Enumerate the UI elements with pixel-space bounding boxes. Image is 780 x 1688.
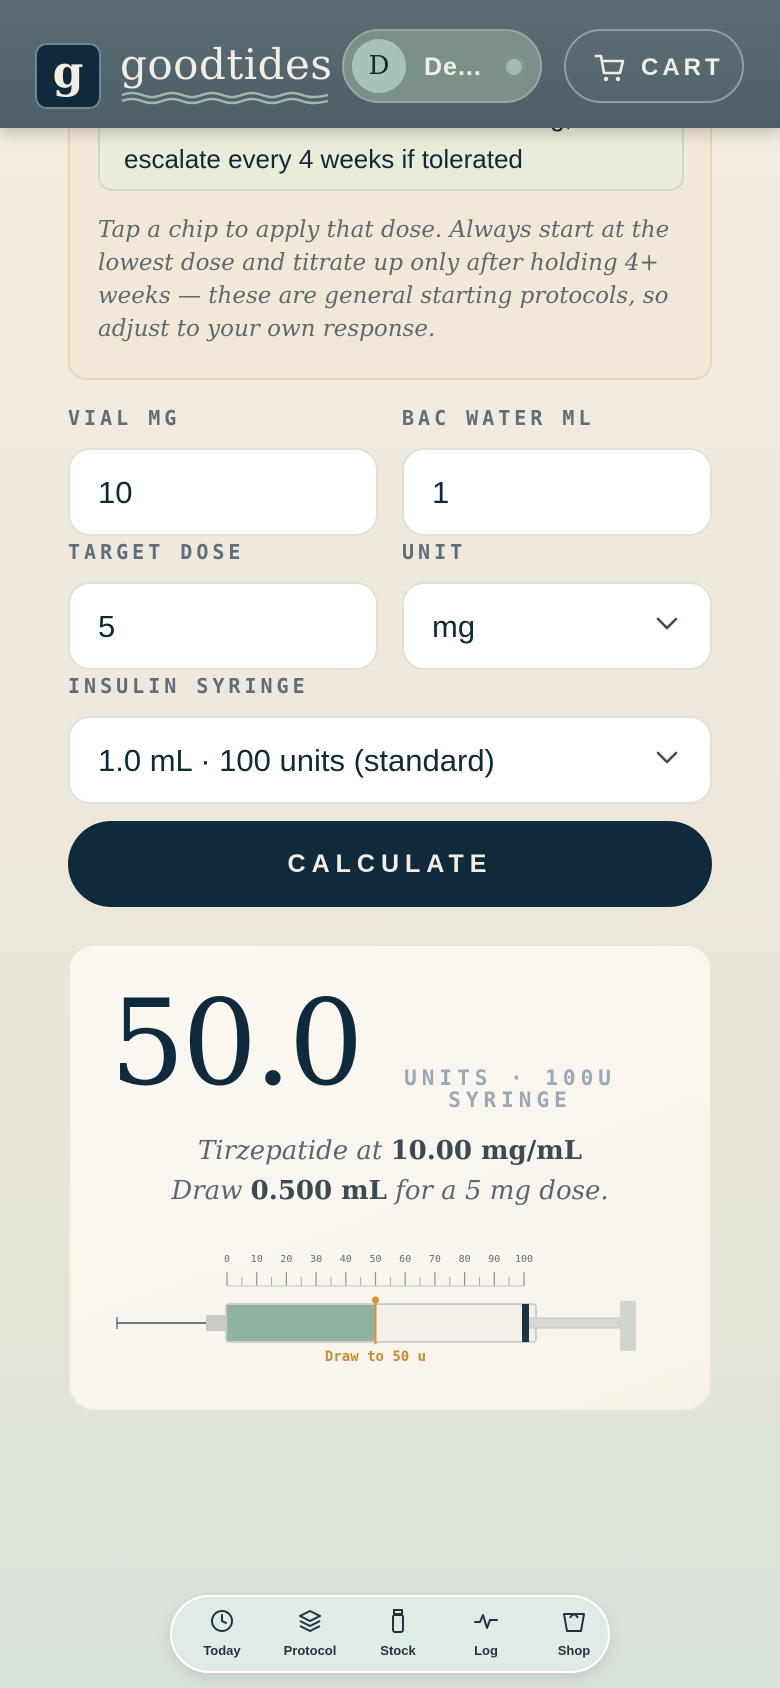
status-dot-icon <box>502 55 526 79</box>
insulin-syringe-value: 1.0 mL · 100 units (standard) <box>98 743 495 778</box>
vial-mg-value: 10 <box>98 475 133 510</box>
nav-label-shop: Shop <box>557 1643 591 1658</box>
syringe-plunger-stopper <box>522 1304 529 1342</box>
vial-mg-label: VIAL MG <box>68 406 181 430</box>
concentration-value: 10.00 mg/mL <box>390 1136 583 1166</box>
draw-volume-suffix: for a 5 mg dose. <box>386 1176 609 1206</box>
concentration-line: Tirzepatide at 10.00 mg/mL <box>70 1136 710 1166</box>
basket-icon <box>563 1613 585 1632</box>
layers-icon <box>299 1610 321 1632</box>
wave-underline-icon <box>121 91 329 105</box>
syringe-tick-label: 20 <box>280 1254 292 1265</box>
syringe-tick-label: 40 <box>340 1254 352 1265</box>
result-units-caption: UNITS · 100U SYRINGE <box>404 1066 616 1112</box>
draw-volume-prefix: Draw <box>171 1176 251 1206</box>
syringe-tick-label: 30 <box>310 1254 322 1265</box>
brand-name[interactable]: goodtides <box>120 40 332 89</box>
insulin-syringe-select[interactable]: 1.0 mL · 100 units (standard) <box>68 716 712 804</box>
cart-label: CART <box>641 54 724 81</box>
calculate-button[interactable]: CALCULATE <box>68 821 712 907</box>
result-card: 50.0 UNITS · 100U SYRINGE Tirzepatide at… <box>68 944 712 1411</box>
nav-item-today[interactable]: Today <box>178 1597 266 1675</box>
bac-water-label: BAC WATER ML <box>402 406 595 430</box>
syringe-tick-label: 90 <box>488 1254 500 1265</box>
unit-select[interactable]: mg <box>402 582 712 670</box>
target-dose-input[interactable]: 5 <box>68 582 378 670</box>
draw-marker-dot <box>372 1296 379 1304</box>
nav-label-today: Today <box>203 1643 241 1658</box>
cart-icon <box>594 54 625 82</box>
nav-label-log: Log <box>474 1643 498 1658</box>
nav-item-protocol[interactable]: Protocol <box>266 1597 354 1675</box>
draw-label: Draw to 50 u <box>325 1349 426 1365</box>
profile-switcher[interactable]: D De... <box>342 29 542 103</box>
target-dose-value: 5 <box>98 609 116 644</box>
nav-item-stock[interactable]: Stock <box>354 1597 442 1675</box>
syringe-tick-label: 0 <box>224 1254 230 1265</box>
vial-icon <box>392 1609 404 1633</box>
logo-icon[interactable]: g <box>35 43 101 109</box>
chevron-down-icon <box>656 617 678 630</box>
draw-volume-value: 0.500 mL <box>250 1176 387 1206</box>
syringe-diagram: 0 10 20 30 40 50 60 70 80 90 100 Draw to 50 u <box>116 1254 636 1365</box>
nav-label-protocol: Protocol <box>283 1643 337 1658</box>
unit-label: UNIT <box>402 540 467 564</box>
protocol-disclaimer: Tap a chip to apply that dose. Always st… <box>98 217 670 342</box>
syringe-tick-label: 100 <box>515 1254 533 1265</box>
syringe-tick-label: 50 <box>369 1254 381 1265</box>
app-header: g goodtides D De... CART <box>0 0 780 128</box>
avatar: D <box>352 39 406 93</box>
cart-button[interactable]: CART <box>564 29 744 103</box>
logo-letter: g <box>52 47 84 98</box>
nav-label-stock: Stock <box>380 1643 416 1658</box>
draw-volume-line: Draw 0.500 mL for a 5 mg dose. <box>70 1176 710 1206</box>
dose-schedule-note: escalate every 4 weeks if tolerated <box>124 144 523 174</box>
unit-value: mg <box>432 609 476 644</box>
bottom-nav: Today Protocol Stock Log Shop <box>170 1595 610 1673</box>
nav-item-log[interactable]: Log <box>442 1597 530 1675</box>
pulse-icon <box>474 1614 498 1629</box>
protocol-guide-card: 2.5 → 5 → 7.5 → 10 → 12.5 → 15 mg, escal… <box>68 100 712 380</box>
result-units-value: 50.0 <box>110 974 364 1112</box>
syringe-tick-label: 70 <box>429 1254 441 1265</box>
insulin-syringe-label: INSULIN SYRINGE <box>68 674 309 698</box>
chevron-down-icon <box>656 751 678 764</box>
syringe-plunger-rod <box>527 1317 621 1329</box>
syringe-tick-label: 60 <box>399 1254 411 1265</box>
syringe-tick-label: 10 <box>251 1254 263 1265</box>
nav-item-shop[interactable]: Shop <box>530 1597 618 1675</box>
syringe-thumb-press <box>620 1301 636 1351</box>
vial-mg-input[interactable]: 10 <box>68 448 378 536</box>
syringe-tick-label: 80 <box>459 1254 471 1265</box>
target-dose-label: TARGET DOSE <box>68 540 245 564</box>
syringe-hub <box>206 1315 226 1331</box>
concentration-prefix: Tirzepatide at <box>197 1136 391 1166</box>
syringe-fill <box>227 1305 376 1341</box>
clock-icon <box>211 1610 233 1632</box>
bac-water-value: 1 <box>432 475 450 510</box>
profile-name: De... <box>424 53 482 81</box>
bac-water-input[interactable]: 1 <box>402 448 712 536</box>
